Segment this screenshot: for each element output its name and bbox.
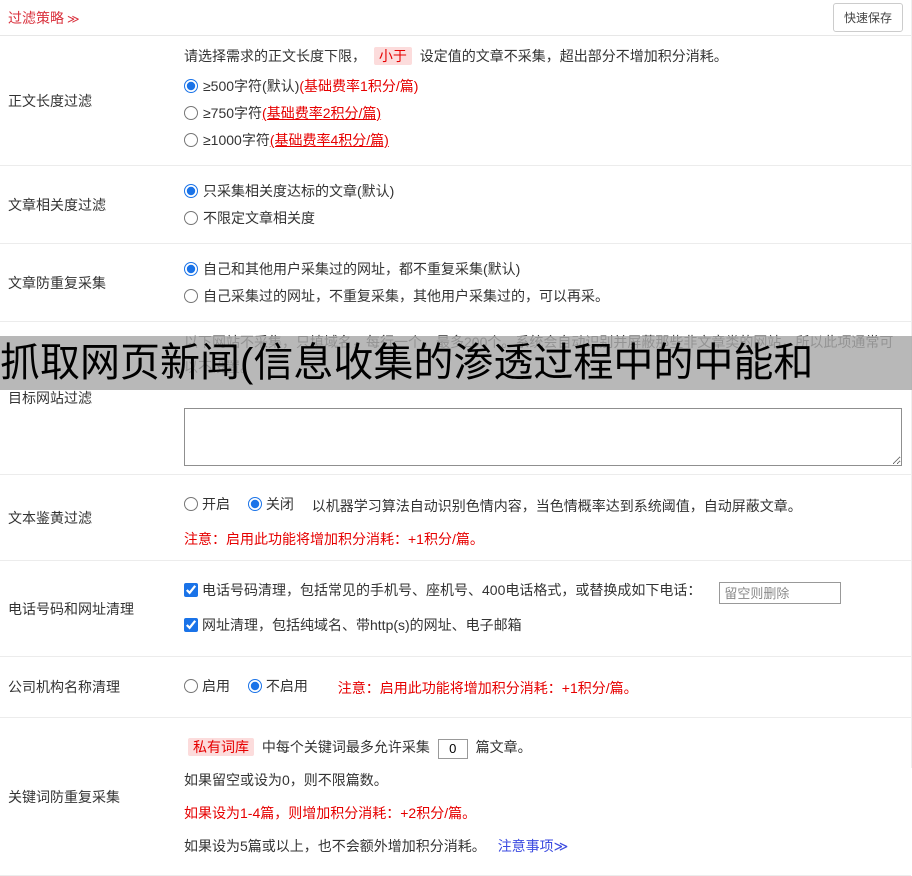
porn-off-radio[interactable]	[248, 497, 262, 511]
row-relevance-filter: 文章相关度过滤 只采集相关度达标的文章(默认) 不限定文章相关度	[0, 166, 911, 244]
watermark-overlay-text: 抓取网页新闻(信息收集的渗透过程中的中能和	[0, 336, 912, 390]
length-500-text: ≥500字符(默认)	[203, 76, 299, 96]
relevance-options: 只采集相关度达标的文章(默认) 不限定文章相关度	[178, 166, 911, 243]
length-500-option[interactable]: ≥500字符(默认) (基础费率1积分/篇)	[184, 76, 903, 96]
porn-filter-description: 以机器学习算法自动识别色情内容，当色情概率达到系统阈值，自动屏蔽文章。	[312, 498, 802, 514]
keyword-note-5plus-line: 如果设为5篇或以上，也不会额外增加积分消耗。 注意事项≫	[184, 834, 903, 858]
company-off-radio[interactable]	[248, 679, 262, 693]
content-length-label: 正文长度过滤	[0, 36, 178, 165]
relevance-strict-option[interactable]: 只采集相关度达标的文章(默认)	[184, 181, 903, 201]
phone-url-label: 电话号码和网址清理	[0, 561, 178, 656]
dedup-label: 文章防重复采集	[0, 244, 178, 321]
company-off-text: 不启用	[266, 674, 308, 698]
url-cleanup-option[interactable]: 网址清理，包括纯域名、带http(s)的网址、电子邮箱	[184, 613, 522, 637]
company-on-text: 启用	[202, 674, 230, 698]
content-length-intro: 请选择需求的正文长度下限， 小于 设定值的文章不采集，超出部分不增加积分消耗。	[184, 44, 903, 69]
porn-filter-note: 注意：启用此功能将增加积分消耗：+1积分/篇。	[184, 527, 903, 552]
row-porn-filter: 文本鉴黄过滤 开启 关闭 以机器学习算法自动识别色情内容，当色情概率达到系统阈值…	[0, 475, 911, 561]
length-500-note: (基础费率1积分/篇)	[299, 76, 418, 96]
dedup-all-users-radio[interactable]	[184, 262, 198, 276]
url-cleanup-checkbox[interactable]	[184, 618, 198, 632]
keyword-note-5plus-text: 如果设为5篇或以上，也不会额外增加积分消耗。	[184, 838, 486, 854]
company-cleanup-note: 注意：启用此功能将增加积分消耗：+1积分/篇。	[338, 680, 638, 696]
row-keyword-dedup: 关键词防重复采集 私有词库 中每个关键词最多允许采集 篇文章。 如果留空或设为0…	[0, 718, 911, 876]
keyword-limit-suffix-text: 篇文章。	[476, 739, 532, 755]
topbar: 过滤策略≫ 快速保存	[0, 0, 911, 36]
company-cleanup-content: 启用 不启用 注意：启用此功能将增加积分消耗：+1积分/篇。	[178, 657, 911, 717]
intro-suffix: 设定值的文章不采集，超出部分不增加积分消耗。	[420, 48, 728, 64]
length-750-note: (基础费率2积分/篇)	[262, 103, 381, 123]
page-title[interactable]: 过滤策略≫	[8, 8, 80, 28]
dedup-self-only-radio[interactable]	[184, 289, 198, 303]
company-on-option[interactable]: 启用	[184, 674, 230, 698]
row-content-length-filter: 正文长度过滤 请选择需求的正文长度下限， 小于 设定值的文章不采集，超出部分不增…	[0, 36, 911, 166]
relevance-label: 文章相关度过滤	[0, 166, 178, 243]
length-1000-radio[interactable]	[184, 133, 198, 147]
length-1000-note: (基础费率4积分/篇)	[270, 130, 389, 150]
notice-link[interactable]: 注意事项≫	[498, 838, 569, 854]
porn-off-text: 关闭	[266, 492, 294, 516]
keyword-note-1-4: 如果设为1-4篇，则增加积分消耗：+2积分/篇。	[184, 801, 903, 825]
page-title-text: 过滤策略	[8, 10, 64, 26]
private-lexicon-badge: 私有词库	[188, 738, 254, 756]
length-750-radio[interactable]	[184, 106, 198, 120]
intro-prefix: 请选择需求的正文长度下限，	[184, 48, 366, 64]
row-company-cleanup: 公司机构名称清理 启用 不启用 注意：启用此功能将增加积分消耗：+1积分/篇。	[0, 657, 911, 718]
replacement-phone-input[interactable]	[719, 582, 841, 604]
url-cleanup-line: 网址清理，包括纯域名、带http(s)的网址、电子邮箱	[184, 613, 903, 639]
relevance-any-text: 不限定文章相关度	[203, 208, 315, 228]
keyword-limit-line: 私有词库 中每个关键词最多允许采集 篇文章。	[184, 735, 903, 759]
highlight-less-than: 小于	[374, 47, 412, 65]
keyword-dedup-content: 私有词库 中每个关键词最多允许采集 篇文章。 如果留空或设为0，则不限篇数。 如…	[178, 718, 911, 875]
length-750-text: ≥750字符	[203, 103, 262, 123]
phone-cleanup-option[interactable]: 电话号码清理，包括常见的手机号、座机号、400电话格式，或替换成如下电话：	[184, 578, 701, 602]
company-on-radio[interactable]	[184, 679, 198, 693]
length-1000-option[interactable]: ≥1000字符 (基础费率4积分/篇)	[184, 130, 903, 150]
length-1000-text: ≥1000字符	[203, 130, 270, 150]
phone-cleanup-line: 电话号码清理，包括常见的手机号、座机号、400电话格式，或替换成如下电话：	[184, 578, 903, 604]
row-dedup-collection: 文章防重复采集 自己和其他用户采集过的网址，都不重复采集(默认) 自己采集过的网…	[0, 244, 911, 322]
dedup-options: 自己和其他用户采集过的网址，都不重复采集(默认) 自己采集过的网址，不重复采集，…	[178, 244, 911, 321]
relevance-strict-text: 只采集相关度达标的文章(默认)	[203, 181, 394, 201]
porn-on-option[interactable]: 开启	[184, 492, 230, 516]
quick-save-button[interactable]: 快速保存	[833, 3, 903, 32]
keyword-limit-mid-text: 中每个关键词最多允许采集	[262, 739, 430, 755]
relevance-any-option[interactable]: 不限定文章相关度	[184, 208, 903, 228]
length-750-option[interactable]: ≥750字符 (基础费率2积分/篇)	[184, 103, 903, 123]
porn-filter-content: 开启 关闭 以机器学习算法自动识别色情内容，当色情概率达到系统阈值，自动屏蔽文章…	[178, 475, 911, 560]
porn-on-radio[interactable]	[184, 497, 198, 511]
length-500-radio[interactable]	[184, 79, 198, 93]
row-phone-url-cleanup: 电话号码和网址清理 电话号码清理，包括常见的手机号、座机号、400电话格式，或替…	[0, 561, 911, 657]
dedup-self-only-option[interactable]: 自己采集过的网址，不重复采集，其他用户采集过的，可以再采。	[184, 286, 903, 306]
company-off-option[interactable]: 不启用	[248, 674, 308, 698]
porn-filter-label: 文本鉴黄过滤	[0, 475, 178, 560]
filter-strategy-page: 过滤策略≫ 快速保存 正文长度过滤 请选择需求的正文长度下限， 小于 设定值的文…	[0, 0, 912, 768]
dedup-self-only-text: 自己采集过的网址，不重复采集，其他用户采集过的，可以再采。	[203, 286, 609, 306]
keyword-note-zero: 如果留空或设为0，则不限篇数。	[184, 768, 903, 792]
phone-cleanup-checkbox[interactable]	[184, 583, 198, 597]
content-length-options: 请选择需求的正文长度下限， 小于 设定值的文章不采集，超出部分不增加积分消耗。 …	[178, 36, 911, 165]
porn-filter-options: 开启 关闭 以机器学习算法自动识别色情内容，当色情概率达到系统阈值，自动屏蔽文章…	[184, 492, 903, 518]
url-cleanup-text: 网址清理，包括纯域名、带http(s)的网址、电子邮箱	[202, 613, 522, 637]
dedup-all-users-option[interactable]: 自己和其他用户采集过的网址，都不重复采集(默认)	[184, 259, 903, 279]
chevron-collapse-icon: ≫	[67, 12, 80, 26]
relevance-strict-radio[interactable]	[184, 184, 198, 198]
dedup-all-users-text: 自己和其他用户采集过的网址，都不重复采集(默认)	[203, 259, 520, 279]
company-cleanup-options: 启用 不启用 注意：启用此功能将增加积分消耗：+1积分/篇。	[184, 674, 903, 700]
keyword-limit-input[interactable]	[438, 739, 468, 759]
porn-off-option[interactable]: 关闭	[248, 492, 294, 516]
blocked-sites-textarea[interactable]	[184, 408, 902, 466]
phone-url-content: 电话号码清理，包括常见的手机号、座机号、400电话格式，或替换成如下电话： 网址…	[178, 561, 911, 656]
porn-on-text: 开启	[202, 492, 230, 516]
phone-cleanup-text: 电话号码清理，包括常见的手机号、座机号、400电话格式，或替换成如下电话：	[202, 578, 701, 602]
relevance-any-radio[interactable]	[184, 211, 198, 225]
company-cleanup-label: 公司机构名称清理	[0, 657, 178, 717]
keyword-dedup-label: 关键词防重复采集	[0, 718, 178, 875]
